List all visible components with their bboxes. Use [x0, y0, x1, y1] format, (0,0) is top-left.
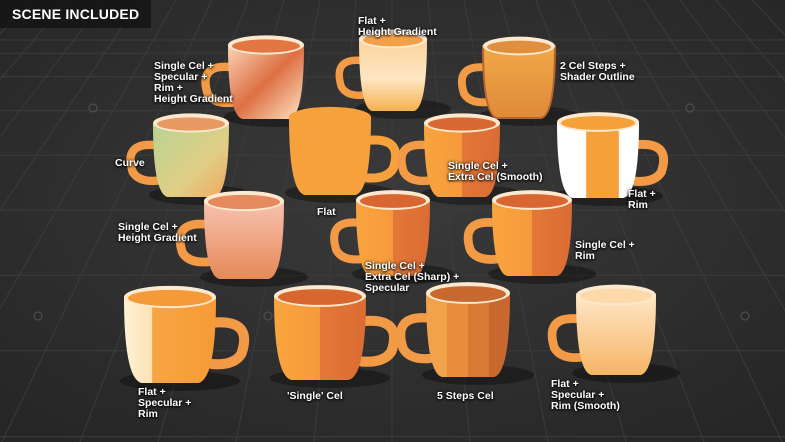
label-single-cel-rim: Single Cel + Rim	[575, 239, 635, 262]
cup-body	[289, 117, 371, 195]
cup-body	[204, 201, 284, 279]
cup-interior	[487, 40, 551, 54]
label-single-cel-extra-cel-sharp-specular: Single Cel + Extra Cel (Sharp) + Specular	[365, 260, 460, 294]
label-flat-rim: Flat + Rim	[628, 188, 656, 211]
label-single-cel-specular-rim-height-gradient: Single Cel + Specular + Rim + Height Gradie…	[154, 60, 233, 105]
cup-body	[228, 45, 304, 119]
cup-body	[359, 39, 427, 111]
label-flat: Flat	[317, 206, 336, 218]
label-2-cel-steps-shader-outline: 2 Cel Steps + Shader Outline	[560, 60, 635, 83]
cup-interior	[278, 289, 362, 305]
cup-body	[481, 45, 557, 119]
cup-body	[274, 296, 366, 380]
cup-interior	[496, 194, 568, 208]
cup-interior	[428, 117, 496, 131]
cup-body	[153, 123, 229, 197]
cup-body	[124, 297, 216, 383]
cup-interior	[561, 116, 635, 130]
cup-body	[492, 200, 572, 276]
cup-body	[426, 293, 510, 377]
cup-interior	[128, 289, 212, 307]
cup-rim	[289, 106, 371, 128]
label-single-cel-height-gradient: Single Cel + Height Gradient	[118, 221, 197, 244]
cup-body	[557, 122, 639, 198]
cup-interior	[580, 288, 652, 304]
label-flat-height-gradient: Flat + Height Gradient	[358, 15, 437, 38]
scene-included-badge: SCENE INCLUDED	[0, 0, 152, 28]
label-single-cel-extra-cel-smooth: Single Cel + Extra Cel (Smooth)	[448, 160, 543, 183]
label-single-cel: 'Single' Cel	[287, 390, 343, 402]
label-flat-specular-rim: Flat + Specular + Rim	[138, 386, 192, 420]
label-flat-specular-rim-smooth: Flat + Specular + Rim (Smooth)	[551, 378, 620, 412]
cup-interior	[157, 117, 225, 131]
cup-interior	[360, 194, 426, 208]
cup-interior	[208, 194, 280, 210]
cup-interior	[232, 39, 300, 53]
label-curve: Curve	[115, 157, 145, 169]
cup-body	[576, 295, 656, 375]
label-5-steps-cel: 5 Steps Cel	[437, 390, 494, 402]
